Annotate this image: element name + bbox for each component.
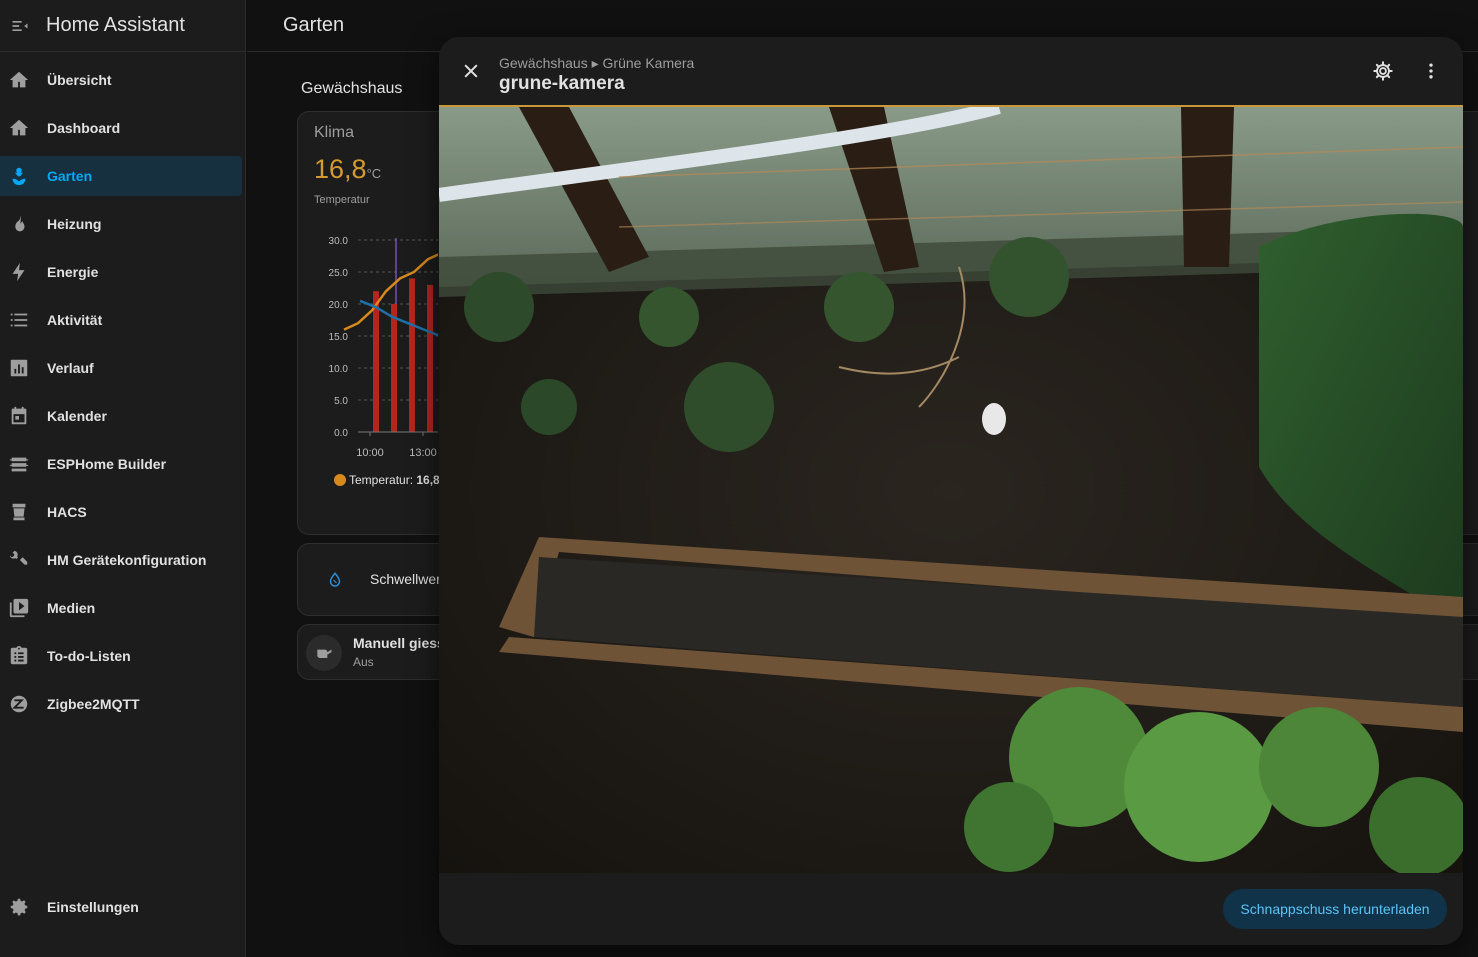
y-tick-label: 0.0 [334,428,348,439]
bar [427,284,433,432]
menu-toggle-button[interactable] [0,0,40,52]
gear-icon [0,887,38,927]
download-snapshot-button[interactable]: Schnappschuss herunterladen [1223,889,1447,929]
sidebar-item-settings[interactable]: Einstellungen [0,887,243,927]
dialog-title: grune-kamera [499,73,625,94]
clipboard-list-icon [0,636,38,676]
sidebar-item-label: Aktivität [47,312,103,328]
sidebar-item-aktivität[interactable]: Aktivität [0,300,242,340]
breadcrumb: Gewächshaus ▸ Grüne Kamera [499,55,695,71]
sidebar-item-label: Medien [47,600,96,616]
sidebar-item-hacs[interactable]: HACS [0,492,242,532]
sidebar: Home Assistant Übersicht Dashboard Garten H… [0,0,246,957]
sidebar-item-label: ESPHome Builder [47,456,167,472]
dialog-header: Gewächshaus ▸ Grüne Kamera grune-kamera [439,37,1463,105]
sidebar-item-zigbee2mqtt[interactable]: Zigbee2MQTT [0,684,242,724]
sidebar-item-energie[interactable]: Energie [0,252,242,292]
section-title: Gewächshaus [301,80,403,97]
climate-chart: 30.0 25.0 20.0 15.0 10.0 5.0 0.0 10:00 13:00 [329,236,438,459]
camera-dialog: Gewächshaus ▸ Grüne Kamera grune-kamera [439,37,1463,945]
sidebar-item-label: To-do-Listen [47,648,131,664]
sidebar-item-esphome-builder[interactable]: ESPHome Builder [0,444,242,484]
bar [391,304,397,432]
sidebar-item-label: Einstellungen [47,899,139,915]
camera-image [439,107,1463,873]
sidebar-list: Übersicht Dashboard Garten Heizung Energie Ak… [0,52,245,724]
sidebar-item-label: Energie [47,264,99,280]
sidebar-item-hm-gerätekonfiguration[interactable]: HM Gerätekonfiguration [0,540,242,580]
sidebar-item-to-do-listen[interactable]: To-do-Listen [0,636,242,676]
sidebar-header: Home Assistant [0,0,245,52]
chart-box-icon [0,348,38,388]
camera-stream[interactable] [439,105,1463,873]
manual-state: Aus [353,655,374,669]
esphome-icon [0,444,38,484]
temperature-value: 16,8°C [314,154,382,184]
temperature-unit: °C [366,166,382,181]
sidebar-item-label: Zigbee2MQTT [47,696,140,712]
sidebar-item-kalender[interactable]: Kalender [0,396,242,436]
y-tick-label: 20.0 [329,300,349,311]
bar [373,291,379,432]
calendar-icon [0,396,38,436]
threshold-label: Schwellwer [370,571,441,587]
x-tick-label: 10:00 [356,447,384,459]
legend-dot [334,474,346,486]
dots-vertical-icon [1429,63,1433,79]
sidebar-item-garten[interactable]: Garten [0,156,242,196]
manual-water-card[interactable]: Manuell giess Aus [297,624,457,680]
legend-value: 16,8 [416,473,440,487]
y-tick-label: 5.0 [334,396,348,407]
y-tick-label: 15.0 [329,332,349,343]
close-icon [464,64,478,78]
lightning-icon [0,252,38,292]
more-options-button[interactable] [1415,55,1447,87]
home-icon [0,60,38,100]
zigbee-icon [0,684,38,724]
temperature-sublabel: Temperatur [314,194,370,206]
sidebar-item-label: Übersicht [47,72,112,88]
threshold-card[interactable]: Schwellwer [297,543,457,616]
home-icon [0,108,38,148]
y-tick-label: 10.0 [329,364,349,375]
card-title: Klima [314,124,355,141]
sidebar-item-heizung[interactable]: Heizung [0,204,242,244]
menu-open-icon [12,20,28,31]
y-tick-label: 30.0 [329,236,349,247]
sidebar-item-label: Heizung [47,216,102,232]
sidebar-item-label: HACS [47,504,87,520]
legend-label: Temperatur: [349,473,414,487]
sidebar-item-verlauf[interactable]: Verlauf [0,348,242,388]
y-tick-label: 25.0 [329,268,349,279]
watering-can-icon [306,635,342,671]
tools-icon [0,540,38,580]
sidebar-item-medien[interactable]: Medien [0,588,242,628]
humidity-series-line [359,299,438,337]
sidebar-item-label: HM Gerätekonfiguration [47,552,207,568]
app-title: Home Assistant [46,14,185,36]
gear-icon [1373,61,1393,81]
sidebar-bottom: Einstellungen [0,887,246,935]
page-title: Garten [283,14,345,36]
x-tick-label: 13:00 [409,447,437,459]
sidebar-item-dashboard[interactable]: Dashboard [0,108,242,148]
list-icon [0,300,38,340]
sidebar-item-übersicht[interactable]: Übersicht [0,60,242,100]
hacs-icon [0,492,38,532]
media-icon [0,588,38,628]
water-percent-icon [326,571,344,594]
bar [409,278,415,432]
chart-legend[interactable]: Temperatur: 16,8 [334,473,440,487]
sidebar-item-label: Kalender [47,408,107,424]
close-button[interactable] [455,55,487,87]
sidebar-item-label: Dashboard [47,120,121,136]
sidebar-item-label: Garten [47,168,93,184]
manual-label: Manuell giess [353,635,445,651]
fire-icon [0,204,38,244]
flower-icon [0,156,38,196]
klima-card[interactable]: Klima 16,8°C Temperatur 30.0 25.0 20.0 15.0… [297,111,457,535]
sidebar-item-label: Verlauf [47,360,94,376]
settings-button[interactable] [1367,55,1399,87]
